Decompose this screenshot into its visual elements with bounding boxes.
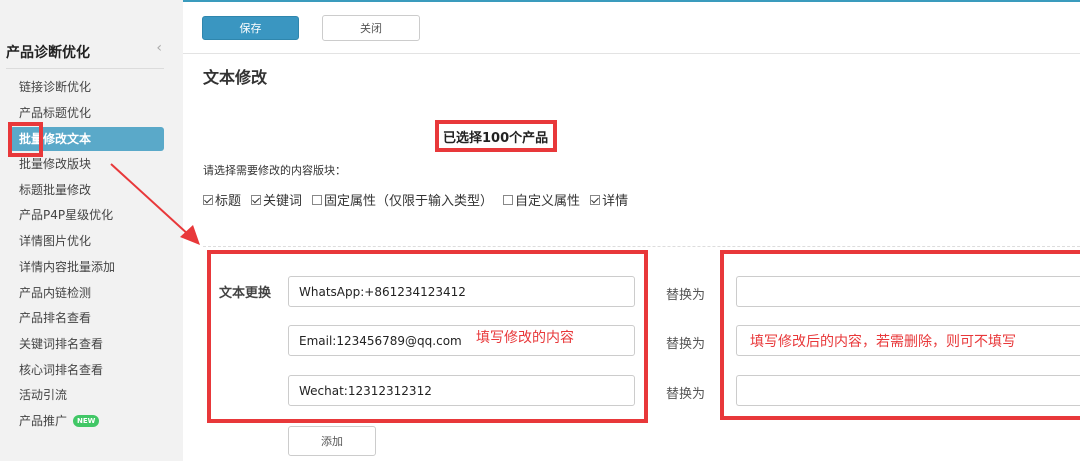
sidebar: 产品诊断优化 ‹ 链接诊断优化 产品标题优化 批量修改文本 批量修改版块 标题批…: [0, 0, 183, 461]
checkbox-unchecked-icon[interactable]: [312, 194, 323, 205]
sidebar-menu: 链接诊断优化 产品标题优化 批量修改文本 批量修改版块 标题批量修改 产品P4P…: [0, 75, 183, 435]
replace-text-input-1[interactable]: [736, 276, 1080, 307]
replace-with-label: 替换为: [666, 337, 706, 352]
sidebar-item-internal-link[interactable]: 产品内链检测: [0, 281, 183, 307]
add-row-button[interactable]: 添加: [288, 426, 376, 456]
sidebar-item-product-ranking[interactable]: 产品排名查看: [0, 306, 183, 332]
checkbox-checked-icon[interactable]: [590, 194, 601, 205]
annotation-right-note: 填写修改后的内容，若需删除，则可不填写: [750, 334, 1016, 350]
replace-text-input-3[interactable]: [736, 375, 1080, 406]
text-replace-label: 文本更换: [219, 286, 272, 301]
sidebar-item-core-keyword-ranking[interactable]: 核心词排名查看: [0, 358, 183, 384]
divider: [203, 246, 1080, 247]
page-title: 文本修改: [203, 68, 268, 87]
checkbox-custom-attributes[interactable]: 自定义属性: [503, 190, 580, 209]
checkbox-fixed-attributes[interactable]: 固定属性（仅限于输入类型）: [312, 190, 493, 209]
replace-with-label: 替换为: [666, 288, 706, 303]
arrow-head-icon: [180, 225, 200, 245]
sidebar-item-detail-batch-add[interactable]: 详情内容批量添加: [0, 255, 183, 281]
checkbox-title[interactable]: 标题: [203, 190, 241, 209]
sidebar-item-p4p-star[interactable]: 产品P4P星级优化: [0, 203, 183, 229]
save-button[interactable]: 保存: [202, 16, 299, 40]
sidebar-item-campaign[interactable]: 活动引流: [0, 383, 183, 409]
replace-with-label: 替换为: [666, 387, 706, 402]
new-badge: NEW: [73, 415, 100, 428]
toolbar: 保存 关闭: [183, 2, 1080, 54]
sidebar-item-title-optimize[interactable]: 产品标题优化: [0, 101, 183, 127]
chevron-left-icon[interactable]: ‹: [156, 40, 162, 56]
sidebar-item-batch-edit-section[interactable]: 批量修改版块: [0, 152, 183, 178]
section-hint: 请选择需要修改的内容版块：: [203, 164, 346, 177]
checkbox-checked-icon[interactable]: [251, 194, 262, 205]
sidebar-item-promotion[interactable]: 产品推广 NEW: [0, 409, 183, 435]
find-text-input-1[interactable]: [288, 276, 635, 307]
close-button[interactable]: 关闭: [322, 15, 420, 41]
sidebar-item-link-diagnosis[interactable]: 链接诊断优化: [0, 75, 183, 101]
selected-count: 已选择100个产品: [443, 131, 549, 146]
sidebar-header: 产品诊断优化 ‹: [6, 40, 164, 69]
find-text-input-3[interactable]: [288, 375, 635, 406]
sidebar-title: 产品诊断优化: [6, 45, 90, 61]
annotation-left-note: 填写修改的内容: [476, 330, 574, 346]
find-text-input-2[interactable]: [288, 325, 635, 356]
section-checkboxes: 标题 关键词 固定属性（仅限于输入类型） 自定义属性 详情: [203, 190, 638, 209]
checkbox-keywords[interactable]: 关键词: [251, 190, 302, 209]
sidebar-item-keyword-ranking[interactable]: 关键词排名查看: [0, 332, 183, 358]
sidebar-item-batch-edit-text[interactable]: 批量修改文本: [10, 127, 164, 152]
checkbox-checked-icon[interactable]: [203, 194, 213, 205]
checkbox-details[interactable]: 详情: [590, 190, 628, 209]
checkbox-unchecked-icon[interactable]: [503, 194, 514, 205]
sidebar-item-detail-image[interactable]: 详情图片优化: [0, 229, 183, 255]
sidebar-item-title-batch-edit[interactable]: 标题批量修改: [0, 178, 183, 204]
